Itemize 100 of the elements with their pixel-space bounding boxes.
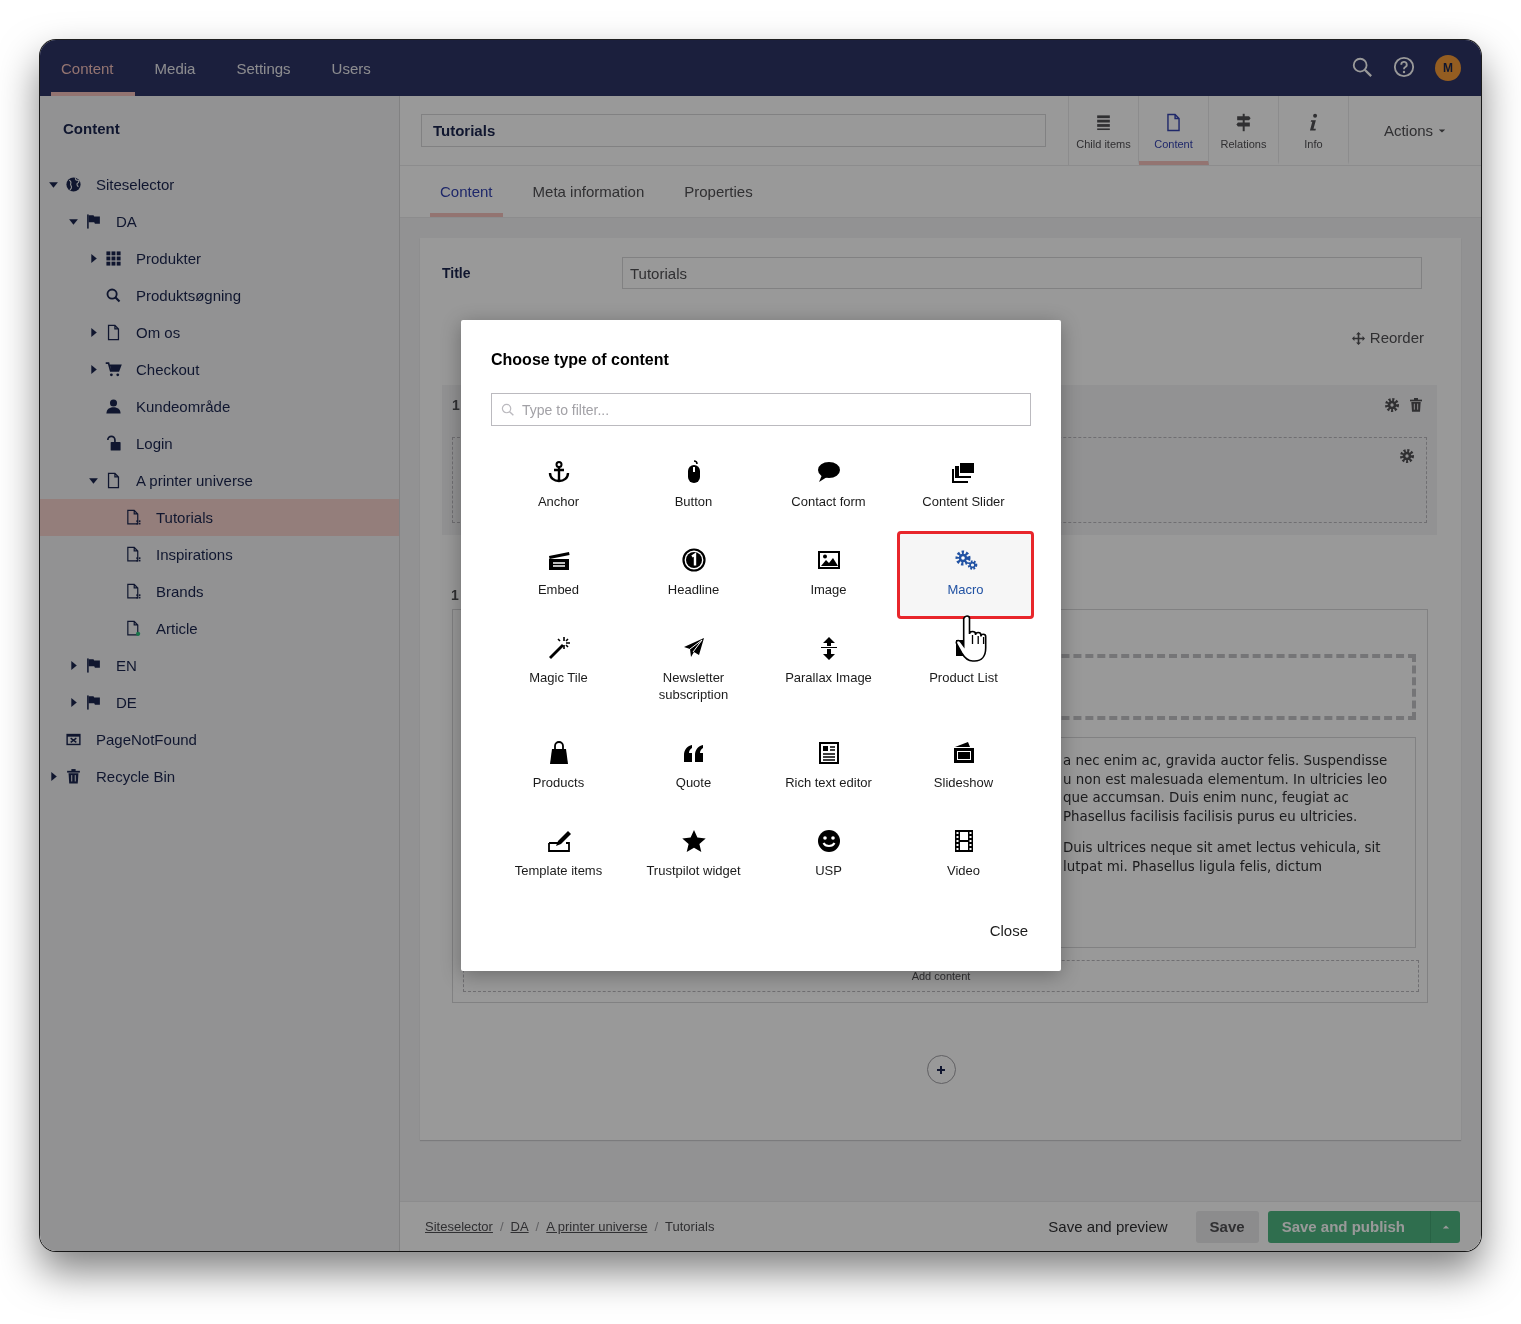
tree-item[interactable]: Kundeområde [40,388,399,425]
caret-icon[interactable] [88,327,99,338]
filter-field[interactable]: Type to filter... [491,393,1031,426]
search-icon [105,287,122,304]
actions-dropdown[interactable]: Actions [1349,96,1481,165]
tree-item[interactable]: Checkout [40,351,399,388]
newspaper-icon [816,741,841,765]
content-type-option[interactable]: Embed [491,531,626,619]
dialog-title: Choose type of content [491,351,670,369]
smiley-icon [816,829,841,853]
star-icon [681,829,706,853]
list-icon [1094,112,1113,132]
trash-icon [1408,397,1424,413]
content-type-option[interactable]: Contact form [761,443,896,531]
nav-tab[interactable]: Settings [226,40,312,96]
nav-tab[interactable]: Users [321,40,392,96]
tree-item[interactable]: Siteselector [40,166,399,203]
reorder-button[interactable]: Reorder [1351,329,1424,349]
nav-tab[interactable]: Media [144,40,217,96]
tree-item[interactable]: EN [40,647,399,684]
trash-icon [65,768,82,785]
close-button[interactable]: Close [986,918,1031,943]
gears-icon [953,548,978,572]
search-button[interactable] [1351,56,1375,80]
caret-icon[interactable] [48,771,59,782]
tree-item[interactable]: Brands [40,573,399,610]
page-icon [105,472,122,489]
tree-item[interactable]: Recycle Bin [40,758,399,795]
breadcrumb-link[interactable]: A printer universe [546,1219,648,1234]
tab[interactable]: Content [430,166,503,217]
content-type-option[interactable]: Content Slider [896,443,1031,531]
flag-icon [85,213,102,230]
tree-item[interactable]: Produktsøgning [40,277,399,314]
content-type-option[interactable]: Anchor [491,443,626,531]
padlock-icon [105,435,122,452]
text-line: u non est malesuada elementum. In ultricies leo [1063,770,1389,789]
name-field[interactable]: Tutorials [421,114,1046,147]
row-number: 1 [450,587,459,605]
app-tab[interactable]: Info [1279,96,1349,165]
content-type-option[interactable]: Headline [626,531,761,619]
caret-icon[interactable] [88,364,99,375]
content-type-option[interactable]: Image [761,531,896,619]
tab[interactable]: Properties [674,166,763,217]
caret-icon[interactable] [88,475,99,486]
add-row-button[interactable] [926,1055,956,1084]
app-tab[interactable]: Child items [1069,96,1139,165]
caret-icon [1438,126,1447,135]
caret-icon[interactable] [68,216,79,227]
tree-item[interactable]: Login [40,425,399,462]
tree-item[interactable]: DA [40,203,399,240]
content-type-option[interactable]: Product List [896,619,1031,724]
tree-item[interactable]: PageNotFound [40,721,399,758]
caret-icon[interactable] [88,253,99,264]
breadcrumb-separator: / [499,1219,504,1234]
gear-icon [1384,397,1400,413]
page-icon [125,620,142,637]
content-type-option[interactable]: Button [626,443,761,531]
content-type-option[interactable]: Template items [491,812,626,900]
caret-icon[interactable] [68,660,79,671]
tree-item[interactable]: Article [40,610,399,647]
app-tab[interactable]: Relations [1209,96,1279,165]
content-type-option[interactable]: Parallax Image [761,619,896,724]
content-type-option[interactable]: Magic Tile [491,619,626,724]
tree-item[interactable]: Om os [40,314,399,351]
tree-item[interactable]: A printer universe [40,462,399,499]
numbered-circle-icon [681,548,706,572]
breadcrumb-link[interactable]: DA [510,1219,529,1234]
speech-bubble-icon [816,460,841,484]
title-field[interactable]: Tutorials [622,257,1422,289]
search-icon [1351,56,1373,78]
page-icon [125,509,142,526]
breadcrumb-current: Tutorials [665,1219,715,1234]
tree-item[interactable]: Inspirations [40,536,399,573]
content-type-option[interactable]: Products [491,724,626,812]
content-type-option[interactable]: Slideshow [896,724,1031,812]
breadcrumb-separator: / [535,1219,540,1234]
content-type-option[interactable]: Trustpilot widget [626,812,761,900]
content-type-option[interactable]: Newsletter subscription [626,619,761,724]
tree-item[interactable]: DE [40,684,399,721]
user-icon [105,398,122,415]
save-button[interactable]: Save [1195,1210,1259,1243]
save-and-preview-button[interactable]: Save and preview [1042,1217,1174,1236]
breadcrumb-link[interactable]: Siteselector [425,1219,493,1234]
caret-icon[interactable] [48,179,59,190]
content-type-option[interactable]: USP [761,812,896,900]
cart-icon [105,361,122,378]
tree-item[interactable]: Tutorials [40,499,399,536]
slideshow-icon [951,741,976,765]
publish-options-button[interactable] [1430,1210,1460,1243]
user-avatar[interactable]: M [1435,55,1461,81]
caret-icon[interactable] [68,697,79,708]
text-line: a nec enim ac, gravida auctor felis. Suspendisse [1063,752,1389,770]
content-type-option[interactable]: Video [896,812,1031,900]
stacked-slides-icon [951,460,976,484]
tree-item[interactable]: Produkter [40,240,399,277]
content-type-option[interactable]: Rich text editor [761,724,896,812]
tab[interactable]: Meta information [522,166,655,217]
help-button[interactable] [1393,56,1417,80]
window-icon [65,731,82,748]
content-type-option[interactable]: Quote [626,724,761,812]
